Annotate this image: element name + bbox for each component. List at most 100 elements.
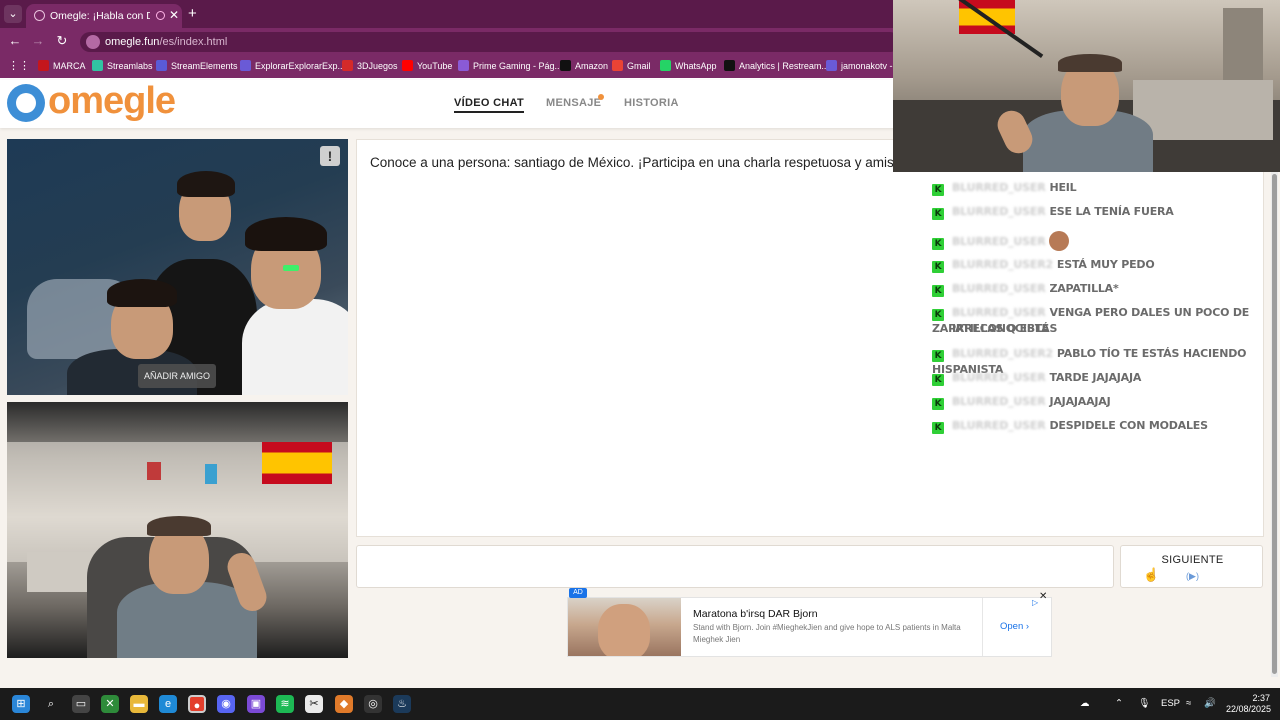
omegle-logo-icon[interactable]	[7, 84, 45, 122]
ad-open-button[interactable]: Open ›	[1000, 621, 1029, 632]
bookmark-label: jamonakotv - T	[841, 61, 901, 71]
scrollbar-thumb[interactable]	[1272, 174, 1277, 674]
chat-message-text: IRRECONOCIBLE	[952, 322, 1050, 335]
forward-button[interactable]: →	[29, 33, 47, 48]
next-button-label: SIGUIENTE	[1161, 554, 1224, 566]
nav-history[interactable]: HISTORIA	[624, 97, 679, 109]
back-button[interactable]: ←	[6, 33, 24, 48]
add-friend-button[interactable]: AÑADIR AMIGO	[138, 364, 216, 388]
bookmark-item[interactable]: Streamlabs	[92, 60, 153, 73]
bookmark-item[interactable]: jamonakotv - T	[826, 60, 900, 73]
edge-icon[interactable]: e	[159, 695, 177, 713]
reload-button[interactable]: ↻	[53, 33, 71, 49]
stream-chat-message: Kblurred_user TARDE JAJAJAJA	[932, 370, 1262, 386]
report-icon[interactable]: !	[320, 146, 340, 166]
chat-username: blurred_user2	[952, 258, 1053, 271]
microphone-icon[interactable]: 🎙	[1138, 698, 1150, 709]
bookmark-favicon-icon	[612, 60, 623, 71]
bookmark-item[interactable]: 3DJuegos	[342, 60, 398, 73]
spotify-icon[interactable]: ≋	[276, 695, 294, 713]
weather-icon[interactable]: ☁	[1080, 698, 1090, 709]
streamer-webcam	[893, 0, 1280, 172]
bookmark-item[interactable]: Analytics | Restream...	[724, 60, 829, 73]
site-info-icon[interactable]	[86, 35, 100, 49]
steam-icon[interactable]: ♨	[393, 695, 411, 713]
chat-message-text: ESE LA TENÍA FUERA	[1049, 205, 1174, 218]
wifi-icon[interactable]: ≈	[1186, 698, 1191, 709]
bookmark-favicon-icon	[156, 60, 167, 71]
next-button[interactable]: SIGUIENTE (▶)	[1120, 545, 1263, 588]
volume-icon[interactable]: 🔊	[1204, 698, 1216, 709]
ad-divider	[982, 598, 983, 656]
stream-chat-message: Kblurred_user DESPIDELE CON MODALES	[932, 418, 1262, 434]
clock[interactable]: 2:37 22/08/2025	[1226, 693, 1272, 715]
chat-username: blurred_user	[952, 371, 1046, 384]
discord-icon[interactable]: ◉	[217, 695, 235, 713]
chat-message-text: TARDE JAJAJAJA	[1049, 371, 1142, 384]
ad-image[interactable]	[568, 598, 681, 656]
ad-title[interactable]: Maratona b'irsq DAR Bjorn	[693, 608, 818, 620]
url-domain: omegle.fun	[105, 36, 160, 48]
browser-tab-active[interactable]: Omegle: ¡Habla con Descon ✕	[26, 4, 182, 28]
message-input[interactable]	[356, 545, 1114, 588]
nav-video-chat[interactable]: VÍDEO CHAT	[454, 97, 525, 113]
xbox-icon[interactable]: ✕	[101, 695, 119, 713]
bookmark-item[interactable]: YouTube	[402, 60, 452, 73]
tray-expand-icon[interactable]: ⌃	[1115, 698, 1123, 709]
ad-open-label: Open	[1000, 621, 1024, 632]
stream-chat-message: Kblurred_user ZAPATILLA*	[932, 281, 1262, 297]
bookmark-item[interactable]: Gmail	[612, 60, 651, 73]
twitch-icon[interactable]: ▣	[247, 695, 265, 713]
chrome-icon[interactable]: ●	[188, 695, 206, 713]
bookmark-favicon-icon	[826, 60, 837, 71]
chat-emote-icon	[1049, 231, 1070, 251]
language-indicator[interactable]: ESP	[1161, 698, 1180, 709]
obs-icon[interactable]: ◎	[364, 695, 382, 713]
self-video	[7, 402, 348, 658]
chat-username: blurred_user	[952, 282, 1046, 295]
file-explorer-icon[interactable]: ▬	[130, 695, 148, 713]
bookmark-favicon-icon	[240, 60, 251, 71]
bookmark-label: Streamlabs	[107, 61, 153, 71]
stream-chat-message: Kblurred_user	[932, 231, 1262, 251]
bookmark-favicon-icon	[342, 60, 353, 71]
task-view-icon[interactable]: ▭	[72, 695, 90, 713]
stream-chat-message: IRRECONOCIBLE	[932, 321, 1262, 337]
kick-badge-icon: K	[932, 350, 944, 362]
start-menu-icon[interactable]: ⊞	[12, 695, 30, 713]
stream-chat-message: Kblurred_user ESE LA TENÍA FUERA	[932, 204, 1262, 220]
apps-grid-icon[interactable]: ⋮⋮	[8, 60, 30, 72]
tab-search-icon[interactable]: ⌄	[4, 5, 22, 23]
chat-username: blurred_user	[952, 395, 1046, 408]
bookmark-item[interactable]: StreamElements	[156, 60, 238, 73]
app-icon[interactable]: ◆	[335, 695, 353, 713]
tab-recording-icon	[156, 11, 165, 20]
omegle-logo-text[interactable]: omegle	[48, 80, 176, 123]
stream-chat-message: Kblurred_user2 ESTÁ MUY PEDO	[932, 257, 1262, 273]
clock-date: 22/08/2025	[1226, 704, 1272, 714]
chat-username: blurred_user	[952, 419, 1046, 432]
bookmark-item[interactable]: ExplorarExplorarExp...	[240, 60, 345, 73]
bookmark-item[interactable]: Amazon	[560, 60, 608, 73]
hand-cursor-icon: ☝	[1143, 567, 1160, 582]
nav-message[interactable]: MENSAJE	[546, 97, 601, 109]
search-icon[interactable]: ⌕	[42, 695, 60, 713]
bookmark-item[interactable]: WhatsApp	[660, 60, 717, 73]
capcut-icon[interactable]: ✂	[305, 695, 323, 713]
kick-badge-icon: K	[932, 398, 944, 410]
tab-close-icon[interactable]: ✕	[169, 8, 179, 22]
new-tab-button[interactable]: +	[188, 5, 197, 22]
url-text[interactable]: omegle.fun/es/index.html	[105, 36, 227, 48]
url-path: /es/index.html	[159, 36, 228, 48]
bookmark-item[interactable]: Prime Gaming - Pág...	[458, 60, 562, 73]
tab-title: Omegle: ¡Habla con Descon	[50, 10, 150, 22]
bookmark-label: WhatsApp	[675, 61, 717, 71]
bookmark-favicon-icon	[660, 60, 671, 71]
chat-username: blurred_user	[952, 181, 1046, 194]
ad-close-icon[interactable]: ✕	[1039, 591, 1047, 602]
bookmark-item[interactable]: MARCA	[38, 60, 86, 73]
adchoices-icon[interactable]: ▷	[1032, 598, 1038, 607]
bookmark-favicon-icon	[458, 60, 469, 71]
ad-description: Stand with Bjorn. Join #MieghekJien and …	[693, 623, 961, 644]
chevron-right-icon: ›	[1025, 621, 1030, 632]
